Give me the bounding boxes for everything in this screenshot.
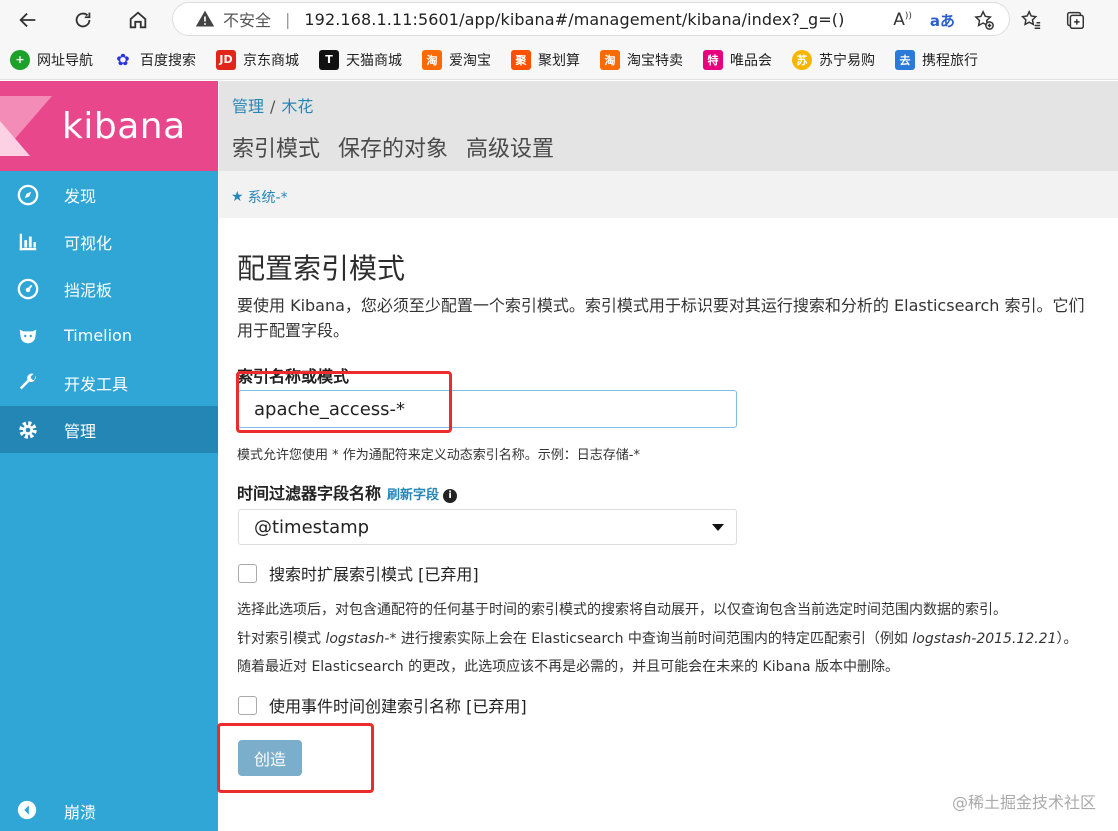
back-button[interactable] (8, 2, 48, 38)
home-button[interactable] (118, 2, 158, 38)
star-icon: ★ (231, 189, 244, 205)
kibana-logo-icon (0, 96, 52, 156)
breadcrumb-current: 木花 (281, 97, 314, 116)
bookmark-item[interactable]: ✿ 百度搜索 (113, 50, 196, 70)
chevron-left-circle-icon (16, 799, 40, 823)
main-panel: 管理 / 木花 索引模式 保存的对象 高级设置 ★ 系统-* 配置索引模式 要使用 … (217, 81, 1118, 831)
favorites-icon[interactable] (1020, 9, 1042, 31)
favorite-pattern[interactable]: ★ 系统-* (231, 187, 288, 207)
timelion-icon (16, 324, 40, 348)
bookmark-item[interactable]: + 网址导航 (10, 49, 93, 70)
index-name-label: 索引名称或模式 (237, 367, 350, 386)
nav-item-dashboard[interactable]: 挡泥板 (0, 265, 218, 312)
tmall-sale-icon: 淘 (600, 49, 620, 70)
nav-item-timelion[interactable]: Timelion (0, 312, 218, 359)
nav-item-visualize[interactable]: 可视化 (0, 218, 218, 265)
page-title: 配置索引模式 (237, 252, 406, 285)
bookmark-item[interactable]: 特 唯品会 (703, 49, 772, 70)
event-time-checkbox[interactable] (238, 695, 257, 715)
breadcrumb-management[interactable]: 管理 (232, 97, 264, 116)
expand-note-2: 针对索引模式 logstash-* 进行搜索实际上会在 Elasticsearc… (237, 631, 1078, 647)
bookmarks-bar: + 网址导航 ✿ 百度搜索 JD 京东商城 T 天猫商城 淘 爱淘宝 聚 聚划算… (0, 40, 1118, 80)
bookmark-item[interactable]: 苏 苏宁易购 (792, 49, 875, 70)
expand-note-3: 随着最近对 Elasticsearch 的更改，此选项应该不再是必需的，并且可能… (237, 659, 899, 675)
breadcrumb: 管理 / 木花 (232, 97, 314, 116)
warning-icon (195, 10, 215, 27)
watermark: @稀土掘金技术社区 (951, 793, 1096, 812)
expand-note-1: 选择此选项后，对包含通配符的任何基于时间的索引模式的搜索将自动展开，以仅查询包含… (237, 602, 1007, 618)
logo-text: kibana (62, 106, 186, 147)
management-tabs: 索引模式 保存的对象 高级设置 (232, 131, 554, 163)
compass-icon (16, 183, 40, 207)
expand-pattern-checkbox[interactable] (238, 563, 257, 583)
kibana-logo[interactable]: kibana (0, 81, 218, 171)
jd-icon: JD (216, 49, 236, 70)
address-bar[interactable]: 不安全 | 192.168.1.11:5601/app/kibana#/mana… (172, 2, 1010, 36)
collections-icon[interactable] (1064, 9, 1086, 31)
time-field-label: 时间过滤器字段名称 刷新字段 i (237, 480, 458, 504)
favorites-bar: ★ 系统-* (219, 171, 1118, 218)
juhuasuan-icon: 聚 (511, 49, 531, 70)
arrow-left-icon (19, 12, 36, 28)
bookmark-item[interactable]: T 天猫商城 (319, 49, 402, 70)
top-nav: 管理 / 木花 索引模式 保存的对象 高级设置 (219, 81, 1118, 171)
globe-icon: + (10, 49, 30, 70)
form-description: 要使用 Kibana，您必须至少配置一个索引模式。索引模式用于标识要对其运行搜索… (237, 296, 1085, 340)
tab-saved-objects[interactable]: 保存的对象 (338, 131, 448, 163)
bookmark-item[interactable]: 去 携程旅行 (895, 49, 978, 70)
bookmark-item[interactable]: 淘 淘宝特卖 (600, 49, 683, 70)
nav-item-management[interactable]: 管理 (0, 406, 218, 453)
home-icon (129, 11, 147, 29)
translate-icon[interactable]: aあ (930, 10, 955, 31)
bookmark-item[interactable]: JD 京东商城 (216, 49, 299, 70)
bar-chart-icon (16, 230, 40, 254)
browser-toolbar: 不安全 | 192.168.1.11:5601/app/kibana#/mana… (0, 0, 1118, 40)
paw-icon: ✿ (116, 50, 130, 69)
url-separator: | (285, 9, 291, 29)
event-time-option: 使用事件时间创建索引名称 [已弃用] (238, 693, 527, 717)
tab-advanced-settings[interactable]: 高级设置 (466, 131, 554, 163)
ctrip-icon: 去 (895, 49, 915, 70)
caret-down-icon (712, 524, 724, 531)
collapse-button[interactable]: 崩溃 (0, 791, 218, 831)
info-icon[interactable]: i (443, 489, 458, 503)
expand-pattern-option: 搜索时扩展索引模式 [已弃用] (238, 561, 479, 585)
read-aloud-icon[interactable]: A)) (893, 10, 912, 30)
dashboard-icon (16, 277, 40, 301)
suning-icon: 苏 (792, 49, 812, 70)
index-pattern-help: 模式允许您使用 * 作为通配符来定义动态索引名称。示例：日志存储-* (237, 448, 640, 463)
nav-item-discover[interactable]: 发现 (0, 171, 218, 218)
gear-icon (16, 418, 40, 442)
tmall-icon: T (319, 49, 339, 70)
tab-index-patterns[interactable]: 索引模式 (232, 131, 320, 163)
refresh-fields-link[interactable]: 刷新字段 (387, 488, 439, 503)
taobao-icon: 淘 (422, 49, 442, 70)
insecure-label: 不安全 (223, 11, 272, 30)
wrench-icon (16, 371, 40, 395)
index-pattern-input[interactable]: apache_access-* (238, 390, 737, 428)
create-button[interactable]: 创造 (238, 740, 302, 776)
time-field-select[interactable]: @timestamp (238, 509, 737, 545)
reload-button[interactable] (63, 2, 103, 38)
add-favorite-icon[interactable] (973, 9, 995, 31)
bookmark-item[interactable]: 淘 爱淘宝 (422, 49, 491, 70)
vip-icon: 特 (703, 49, 723, 70)
reload-icon (75, 12, 91, 28)
kibana-sidebar: kibana 发现 可视化 挡泥板 Timelion 开发工具 管理 崩溃 (0, 81, 218, 831)
configure-form: 配置索引模式 要使用 Kibana，您必须至少配置一个索引模式。索引模式用于标识… (237, 247, 1118, 776)
bookmark-item[interactable]: 聚 聚划算 (511, 49, 580, 70)
nav-item-dev-tools[interactable]: 开发工具 (0, 359, 218, 406)
url-text[interactable]: 192.168.1.11:5601/app/kibana#/management… (304, 10, 844, 29)
